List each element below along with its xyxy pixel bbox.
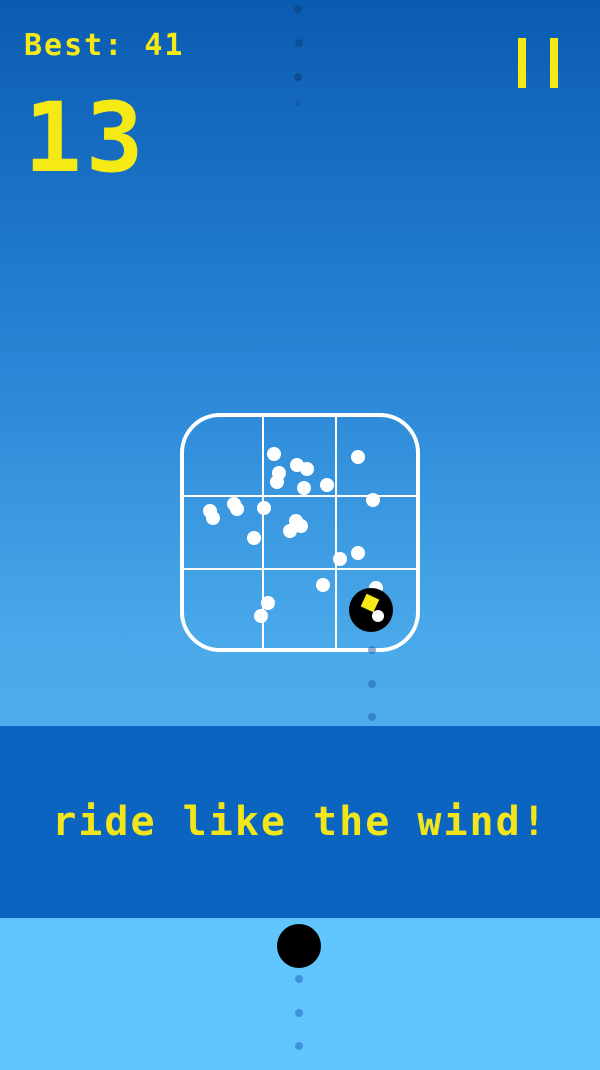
middle-trail-dots — [368, 646, 376, 721]
current-score: 13 — [24, 82, 148, 194]
pause-icon-bar-left — [518, 38, 526, 88]
pause-button[interactable] — [518, 38, 558, 88]
pause-icon-bar-right — [550, 38, 558, 88]
player-ball-in-puzzle — [349, 588, 393, 632]
player-ball-icon — [277, 924, 321, 968]
banner-message: ride like the wind! — [52, 799, 548, 845]
player-zone — [277, 924, 321, 1050]
bottom-trail-dots — [295, 975, 303, 1050]
message-banner: ride like the wind! — [0, 726, 600, 918]
game-screen[interactable]: Best: 41 13 ride like the wind! — [0, 0, 600, 1070]
top-trail-dots — [294, 5, 303, 106]
best-score-label: Best: 41 — [24, 28, 185, 63]
grid-puzzle-icon — [180, 413, 420, 652]
